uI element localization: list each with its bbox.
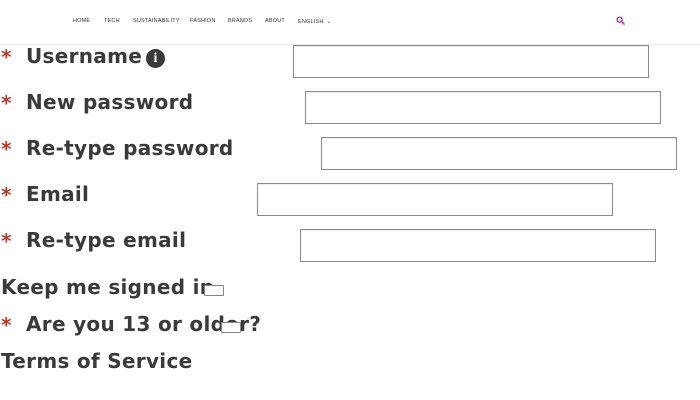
required-marker: * [1, 137, 12, 161]
required-marker: * [1, 45, 12, 69]
terms-of-service-label: Terms of Service [1, 349, 193, 373]
chevron-down-icon: ⌄ [326, 19, 332, 25]
email-label: Email [26, 182, 90, 206]
keep-signed-in-label: Keep me signed in [1, 275, 215, 299]
language-selector[interactable]: ENGLISH ⌄ [298, 18, 332, 25]
required-marker: * [1, 313, 12, 337]
username-label-text: Username [26, 44, 143, 68]
keep-signed-in-checkbox[interactable] [204, 285, 224, 296]
info-icon[interactable]: i [146, 49, 166, 68]
nav-item-fashion[interactable]: FASHION [190, 18, 216, 24]
top-navigation-bar: HOME TECH SUSTAINABILITY FASHION BRANDS … [0, 0, 700, 45]
nav-item-home[interactable]: HOME [73, 18, 90, 24]
search-icon[interactable] [616, 16, 625, 25]
new-password-label: New password [26, 90, 194, 114]
required-marker: * [1, 229, 12, 253]
retype-password-label: Re-type password [26, 136, 234, 160]
username-input[interactable] [293, 45, 649, 78]
nav-item-brands[interactable]: BRANDS [228, 18, 252, 24]
new-password-input[interactable] [305, 91, 661, 124]
nav-item-tech[interactable]: TECH [104, 18, 120, 24]
required-marker: * [1, 91, 12, 115]
age-check-checkbox[interactable] [221, 322, 241, 333]
nav-item-sustainability[interactable]: SUSTAINABILITY [133, 18, 180, 24]
username-label: Username i [26, 44, 166, 68]
email-input[interactable] [257, 183, 613, 216]
retype-email-label: Re-type email [26, 228, 187, 252]
retype-password-input[interactable] [321, 137, 677, 170]
nav-item-about[interactable]: ABOUT [265, 18, 285, 24]
language-label: ENGLISH [298, 19, 324, 25]
retype-email-input[interactable] [300, 229, 656, 262]
required-marker: * [1, 183, 12, 207]
